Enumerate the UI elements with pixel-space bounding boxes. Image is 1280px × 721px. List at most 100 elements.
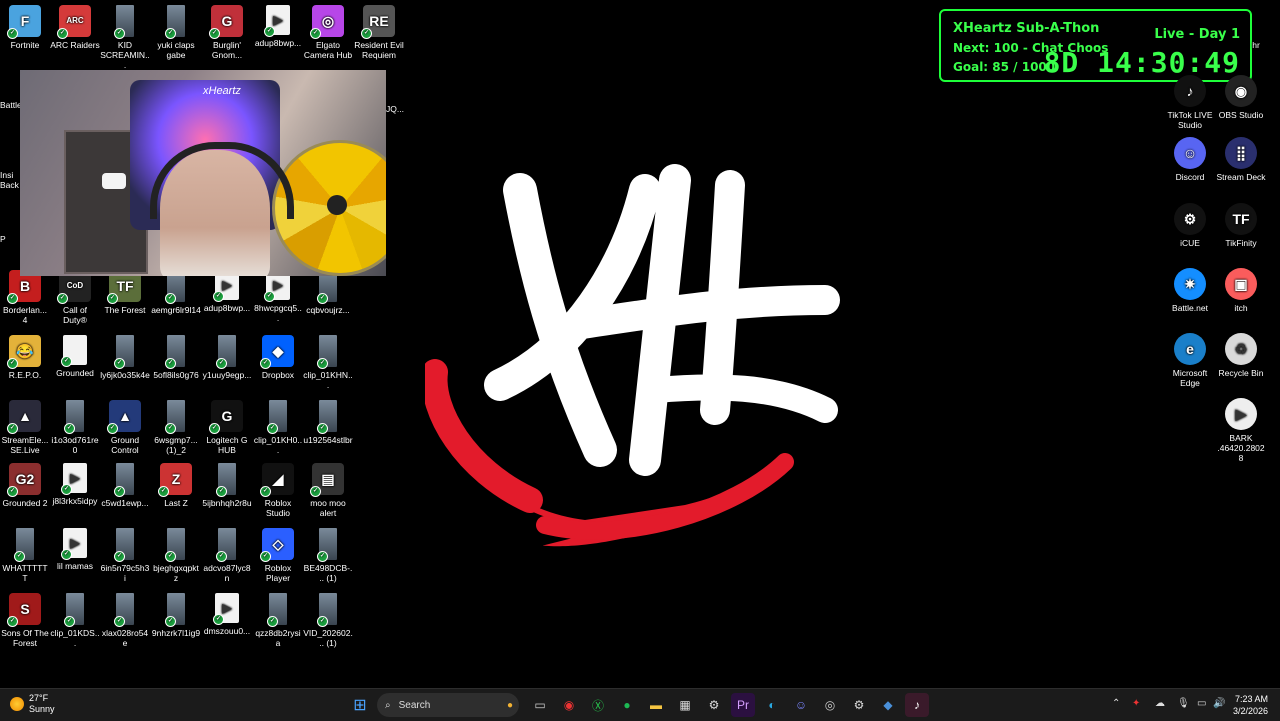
desktop-icon[interactable]: ✓ BE498DCB-... (1) (303, 528, 353, 583)
app-icon: G ✓ (209, 5, 243, 39)
desktop-icon[interactable]: ✓ clip_01KH0... (253, 400, 303, 455)
desktop-icon[interactable]: ✓ u192564stlbr (303, 400, 353, 445)
desktop-icon-partial[interactable]: Insi Back (0, 170, 22, 190)
desktop-icon[interactable]: ✓ 6wsgmp7... (1)_2 (151, 400, 201, 455)
desktop-icon[interactable]: ♻ Recycle Bin (1216, 333, 1266, 378)
desktop-icon-partial[interactable]: Battle (0, 100, 22, 110)
tiktok-icon[interactable]: ♪ (905, 693, 929, 717)
taskbar-clock[interactable]: 7:23 AM 3/2/2026 (1233, 693, 1268, 717)
video-file-icon: ▶ ✓ (213, 593, 239, 625)
start-button[interactable]: ⊞ (348, 693, 372, 717)
desktop-icon[interactable]: ✓ c5wd1ewp... (100, 463, 150, 508)
desktop-icon[interactable]: ✓ ly6jk0o35k4e (100, 335, 150, 380)
store-icon[interactable]: ▦ (673, 693, 697, 717)
obs-icon[interactable]: ◎ (818, 693, 842, 717)
desktop-icon[interactable]: ✓ cqbvoujrz... (303, 270, 353, 315)
desktop-icon[interactable]: TF ✓ The Forest (100, 270, 150, 315)
desktop-icon[interactable]: ▶ ✓ dmszouu0... (202, 593, 252, 636)
video-file-icon: ▶ ✓ (61, 463, 87, 495)
spotify-icon[interactable]: ● (615, 693, 639, 717)
desktop-icon[interactable]: ✓ KID SCREAMIN... (100, 5, 150, 70)
discord-icon[interactable]: ☺ (789, 693, 813, 717)
desktop-icon[interactable]: ◆ ✓ Dropbox (253, 335, 303, 380)
desktop-icon[interactable]: G2 ✓ Grounded 2 (0, 463, 50, 508)
desktop-icon[interactable]: ✓ aemgr6lr9l14 (151, 270, 201, 315)
tray-chevron-icon[interactable]: ⌃ (1112, 698, 1120, 709)
premiere-icon[interactable]: Pr (731, 693, 755, 717)
desktop-icon[interactable]: ✓ qzz8db2rysia (253, 593, 303, 648)
desktop-icon[interactable]: ▶ BARK .46420.28028 (1216, 398, 1266, 463)
edge-icon[interactable]: ◐ (760, 693, 784, 717)
icue-icon[interactable]: ⚙ (847, 693, 871, 717)
taskbar-search-box[interactable]: ⌕ Search ● (377, 693, 519, 717)
steam-icon[interactable]: ◆ (876, 693, 900, 717)
microphone-icon[interactable]: 🎙 (1177, 698, 1190, 709)
taskbar: 27°F Sunny ⊞ ⌕ Search ● ▭ ◉ Ⓧ ● ▬ ▦ ⚙ Pr… (0, 688, 1280, 721)
desktop-icon-partial[interactable]: JQ... (386, 104, 406, 114)
desktop-icon[interactable]: ◇ ✓ Roblox Player (253, 528, 303, 583)
desktop-icon[interactable]: ✓ adcvo87lyc8n (202, 528, 252, 583)
desktop-icon[interactable]: ▶ ✓ 8hwcpgcq5... (253, 270, 303, 323)
desktop-icon[interactable]: ◎ ✓ Elgato Camera Hub (303, 5, 353, 60)
desktop-icon[interactable]: ✓ WHATTTTTT (0, 528, 50, 583)
desktop-icon[interactable]: S ✓ Sons Of The Forest (0, 593, 50, 648)
desktop-icon[interactable]: G ✓ Burglin' Gnom... (202, 5, 252, 60)
desktop-icon[interactable]: ✓ Grounded (50, 335, 100, 378)
tray-app-icon[interactable]: ✦ (1132, 698, 1140, 709)
desktop-icon[interactable]: TF TikFinity (1216, 203, 1266, 248)
weather-widget[interactable]: 27°F Sunny (10, 693, 55, 715)
desktop-icon[interactable]: ▶ ✓ adup8bwp... (253, 5, 303, 48)
desktop-icon[interactable]: ⚙ iCUE (1165, 203, 1215, 248)
desktop-icon[interactable]: ▲ ✓ Ground Control (100, 400, 150, 455)
desktop-icon[interactable]: 😂 ✓ R.E.P.O. (0, 335, 50, 380)
desktop-icon[interactable]: ✓ clip_01KDS... (50, 593, 100, 648)
desktop-icon[interactable]: ▶ ✓ lil mamas (50, 528, 100, 571)
chrome-icon[interactable]: ◉ (557, 693, 581, 717)
desktop-icon[interactable]: ✓ 5ijbnhqh2r8u (202, 463, 252, 508)
desktop-icon[interactable]: ✓ 5ofl8ils0g76 (151, 335, 201, 380)
desktop-icon[interactable]: e Microsoft Edge (1165, 333, 1215, 388)
desktop-icon[interactable]: ♪ TikTok LIVE Studio (1165, 75, 1215, 130)
subathon-title: XHeartz Sub-A-Thon (953, 21, 1100, 36)
desktop-icon-partial[interactable]: hr (1246, 40, 1266, 50)
desktop-icon[interactable]: RE ✓ Resident Evil Requiem (354, 5, 404, 60)
task-view-icon[interactable]: ▭ (528, 693, 552, 717)
desktop-icon[interactable]: ✓ VID_202602... (1) (303, 593, 353, 648)
desktop-icon[interactable]: ✓ 6in5n79c5h3i (100, 528, 150, 583)
desktop-icon[interactable]: ✓ 9nhzrk7l1ig9 (151, 593, 201, 638)
desktop-icon[interactable]: ▶ ✓ j8l3rkx5idpy (50, 463, 100, 506)
desktop-icon[interactable]: B ✓ Borderlan... 4 (0, 270, 50, 325)
file-explorer-icon[interactable]: ▬ (644, 693, 668, 717)
desktop-icon[interactable]: CoD ✓ Call of Duty® (50, 270, 100, 325)
desktop-icon[interactable]: ✓ bjeghgxqpktz (151, 528, 201, 583)
desktop-icon-label: cqbvoujrz... (306, 305, 350, 315)
desktop-icon-label: 6in5n79c5h3i (100, 563, 150, 583)
desktop-icon[interactable]: ▶ ✓ adup8bwp... (202, 270, 252, 313)
desktop-icon-partial[interactable]: P (0, 234, 22, 244)
onedrive-icon[interactable]: ☁ (1155, 698, 1165, 709)
xbox-icon[interactable]: Ⓧ (586, 693, 610, 717)
desktop-icon[interactable]: ✓ yuki claps gabe (151, 5, 201, 60)
settings-icon[interactable]: ⚙ (702, 693, 726, 717)
desktop-icon[interactable]: ◉ OBS Studio (1216, 75, 1266, 120)
desktop-icon[interactable]: ⣿ Stream Deck (1216, 137, 1266, 182)
volume-icon[interactable]: 🔊 (1213, 698, 1225, 709)
desktop-icon[interactable]: ✓ xlax028ro54e (100, 593, 150, 648)
desktop-icon[interactable]: ✓ i1o3od761re0 (50, 400, 100, 455)
desktop-icon[interactable]: ✷ Battle.net (1165, 268, 1215, 313)
desktop-icon[interactable]: ▲ ✓ StreamEle... SE.Live (0, 400, 50, 455)
desktop-icon[interactable]: ▣ itch (1216, 268, 1266, 313)
desktop-icon[interactable]: ✓ y1uuy9egp... (202, 335, 252, 380)
desktop-icon[interactable]: F ✓ Fortnite (0, 5, 50, 50)
desktop-icon[interactable]: G ✓ Logitech G HUB (202, 400, 252, 455)
desktop-icon[interactable]: ✓ clip_01KHN... (303, 335, 353, 390)
network-icon[interactable]: ▭ (1197, 698, 1206, 709)
app-icon: ♻ (1225, 333, 1257, 365)
desktop-icon-label: aemgr6lr9l14 (151, 305, 201, 315)
desktop-icon[interactable]: ▤ ✓ moo moo alert (303, 463, 353, 518)
desktop-icon[interactable]: ☺ Discord (1165, 137, 1215, 182)
desktop-icon-label: TikFinity (1225, 238, 1257, 248)
desktop-icon[interactable]: ◢ ✓ Roblox Studio (253, 463, 303, 518)
desktop-icon[interactable]: ARC ✓ ARC Raiders (50, 5, 100, 50)
desktop-icon[interactable]: Z ✓ Last Z (151, 463, 201, 508)
